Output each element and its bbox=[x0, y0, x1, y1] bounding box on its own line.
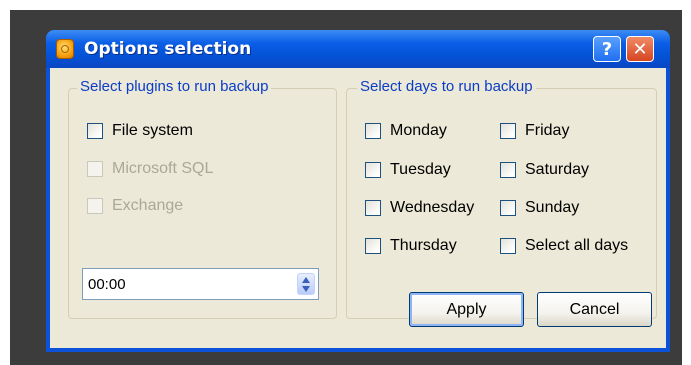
apply-button-label: Apply bbox=[446, 300, 487, 318]
plugins-group-legend: Select plugins to run backup bbox=[77, 78, 272, 95]
apply-button[interactable]: Apply bbox=[409, 292, 524, 327]
dialog-title: Options selection bbox=[84, 39, 252, 59]
saturday-checkbox[interactable] bbox=[500, 162, 516, 178]
time-spin-control[interactable] bbox=[297, 273, 315, 295]
close-icon: ✕ bbox=[632, 38, 648, 60]
day-option-saturday[interactable]: Saturday bbox=[500, 161, 589, 179]
sunday-label: Sunday bbox=[525, 199, 580, 216]
plugin-option-file-system[interactable]: File system bbox=[87, 122, 193, 140]
cancel-button-label: Cancel bbox=[569, 300, 620, 318]
day-option-select-all[interactable]: Select all days bbox=[500, 237, 628, 255]
exchange-checkbox bbox=[87, 198, 103, 214]
app-icon bbox=[56, 39, 74, 59]
friday-checkbox[interactable] bbox=[500, 123, 516, 139]
day-option-friday[interactable]: Friday bbox=[500, 122, 569, 140]
monday-label: Monday bbox=[390, 122, 447, 139]
days-group-legend: Select days to run backup bbox=[357, 78, 536, 95]
tuesday-checkbox[interactable] bbox=[365, 162, 381, 178]
wednesday-label: Wednesday bbox=[390, 199, 475, 216]
plugin-option-microsoft-sql: Microsoft SQL bbox=[87, 160, 213, 178]
microsoft-sql-label: Microsoft SQL bbox=[112, 160, 214, 177]
days-group: Select days to run backup Monday Tuesday… bbox=[346, 78, 657, 319]
help-icon: ? bbox=[601, 38, 613, 60]
wednesday-checkbox[interactable] bbox=[365, 200, 381, 216]
monday-checkbox[interactable] bbox=[365, 123, 381, 139]
thursday-label: Thursday bbox=[390, 237, 457, 254]
saturday-label: Saturday bbox=[525, 161, 590, 178]
dialog-client-area: Select plugins to run backup File system… bbox=[50, 68, 666, 348]
day-option-tuesday[interactable]: Tuesday bbox=[365, 161, 451, 179]
day-option-monday[interactable]: Monday bbox=[365, 122, 447, 140]
thursday-checkbox[interactable] bbox=[365, 238, 381, 254]
spin-down-icon[interactable] bbox=[302, 286, 310, 292]
options-dialog: Options selection ? ✕ Select plugins to … bbox=[46, 30, 670, 352]
day-option-wednesday[interactable]: Wednesday bbox=[365, 199, 474, 217]
select-all-days-label: Select all days bbox=[525, 237, 629, 254]
file-system-checkbox[interactable] bbox=[87, 123, 103, 139]
file-system-label: File system bbox=[112, 122, 193, 139]
spin-up-icon[interactable] bbox=[302, 277, 310, 283]
time-value: 00:00 bbox=[88, 276, 126, 293]
day-option-thursday[interactable]: Thursday bbox=[365, 237, 457, 255]
close-button[interactable]: ✕ bbox=[626, 36, 654, 62]
sunday-checkbox[interactable] bbox=[500, 200, 516, 216]
microsoft-sql-checkbox bbox=[87, 161, 103, 177]
exchange-label: Exchange bbox=[112, 197, 184, 214]
time-spinbox[interactable]: 00:00 bbox=[82, 268, 319, 300]
select-all-days-checkbox[interactable] bbox=[500, 238, 516, 254]
title-bar[interactable]: Options selection ? ✕ bbox=[46, 30, 670, 68]
plugin-option-exchange: Exchange bbox=[87, 197, 183, 215]
friday-label: Friday bbox=[525, 122, 570, 139]
cancel-button[interactable]: Cancel bbox=[537, 292, 652, 327]
help-button[interactable]: ? bbox=[593, 36, 621, 62]
day-option-sunday[interactable]: Sunday bbox=[500, 199, 579, 217]
tuesday-label: Tuesday bbox=[390, 161, 451, 178]
